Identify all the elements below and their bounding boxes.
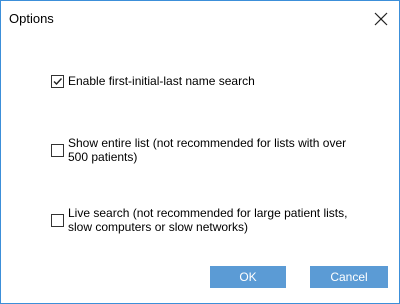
ok-button[interactable]: OK	[210, 266, 286, 288]
option-live-search[interactable]: Live search (not recommended for large p…	[51, 206, 358, 234]
checkmark-icon	[53, 78, 63, 86]
option-label: Live search (not recommended for large p…	[68, 206, 348, 234]
dialog-title: Options	[9, 11, 54, 26]
cancel-button[interactable]: Cancel	[310, 266, 388, 288]
option-label: Enable first-initial-last name search	[68, 74, 255, 88]
option-first-initial-last-name-search[interactable]: Enable first-initial-last name search	[51, 74, 358, 88]
close-icon	[374, 12, 388, 26]
checkbox-show-entire-list[interactable]	[51, 144, 64, 157]
checkbox-first-initial-last-name-search[interactable]	[51, 75, 64, 88]
close-button[interactable]	[367, 5, 395, 33]
title-bar: Options	[1, 1, 399, 37]
option-label: Show entire list (not recommended for li…	[68, 136, 347, 164]
option-show-entire-list[interactable]: Show entire list (not recommended for li…	[51, 136, 358, 164]
checkbox-live-search[interactable]	[51, 214, 64, 227]
options-dialog: Options Enable first-initial-last name s…	[0, 0, 400, 304]
